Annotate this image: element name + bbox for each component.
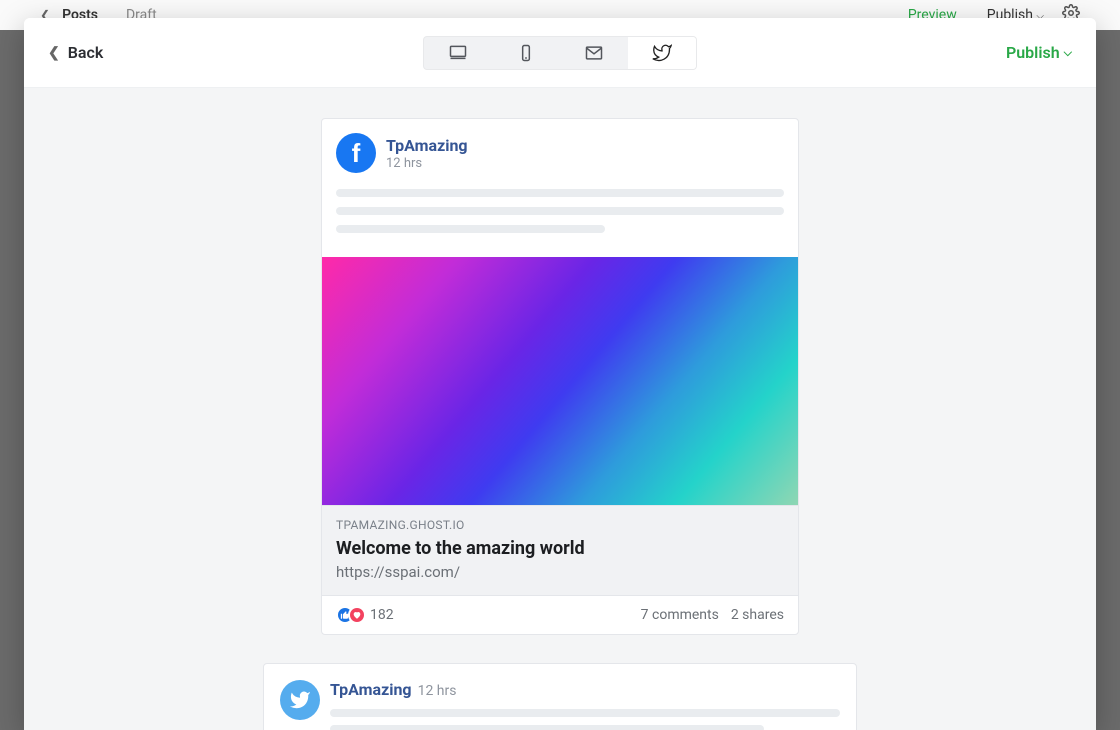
back-label: Back (68, 43, 104, 62)
preview-mode-tabs (423, 36, 697, 70)
fb-post-time: 12 hrs (386, 156, 468, 171)
chevron-down-icon: ⌵ (1064, 46, 1072, 60)
modal-body[interactable]: f TpAmazing 12 hrs TPAMAZING.GHOST.IO We… (24, 88, 1096, 730)
fb-link-domain: TPAMAZING.GHOST.IO (336, 518, 784, 532)
fb-comments-count: 7 comments (641, 607, 719, 623)
fb-link-title: Welcome to the amazing world (336, 538, 784, 559)
fb-page-name: TpAmazing (386, 136, 468, 155)
chevron-left-icon: ❮ (48, 45, 60, 61)
fb-footer: 182 7 comments 2 shares (322, 596, 798, 634)
twitter-preview-card: TpAmazing 12 hrs (263, 663, 857, 730)
tw-post-time: 12 hrs (418, 683, 457, 699)
fb-reaction-count: 182 (370, 607, 394, 623)
fb-link-preview: TPAMAZING.GHOST.IO Welcome to the amazin… (322, 505, 798, 596)
tw-text-placeholder (330, 709, 840, 730)
twitter-icon (280, 680, 320, 720)
preview-modal: ❮ Back Publish ⌵ f (24, 18, 1096, 730)
tw-account-name: TpAmazing (330, 680, 412, 699)
publish-label: Publish (1006, 43, 1060, 62)
tw-header: TpAmazing 12 hrs (280, 680, 840, 730)
fb-link-url: https://sspai.com/ (336, 563, 784, 581)
mobile-icon (516, 43, 536, 63)
tab-mobile[interactable] (492, 37, 560, 69)
tab-desktop[interactable] (424, 37, 492, 69)
email-icon (584, 43, 604, 63)
facebook-icon: f (336, 133, 376, 173)
fb-reaction-icons (336, 606, 360, 624)
modal-header: ❮ Back Publish ⌵ (24, 18, 1096, 88)
desktop-icon (448, 43, 468, 63)
fb-text-placeholder (322, 183, 798, 257)
back-button[interactable]: ❮ Back (48, 43, 103, 62)
tab-social[interactable] (628, 37, 696, 69)
publish-button[interactable]: Publish ⌵ (1006, 43, 1072, 62)
facebook-preview-card: f TpAmazing 12 hrs TPAMAZING.GHOST.IO We… (321, 118, 799, 635)
heart-icon (348, 606, 366, 624)
fb-feature-image (322, 257, 798, 505)
tab-email[interactable] (560, 37, 628, 69)
fb-header: f TpAmazing 12 hrs (322, 119, 798, 183)
fb-shares-count: 2 shares (731, 607, 784, 623)
twitter-icon (652, 43, 672, 63)
